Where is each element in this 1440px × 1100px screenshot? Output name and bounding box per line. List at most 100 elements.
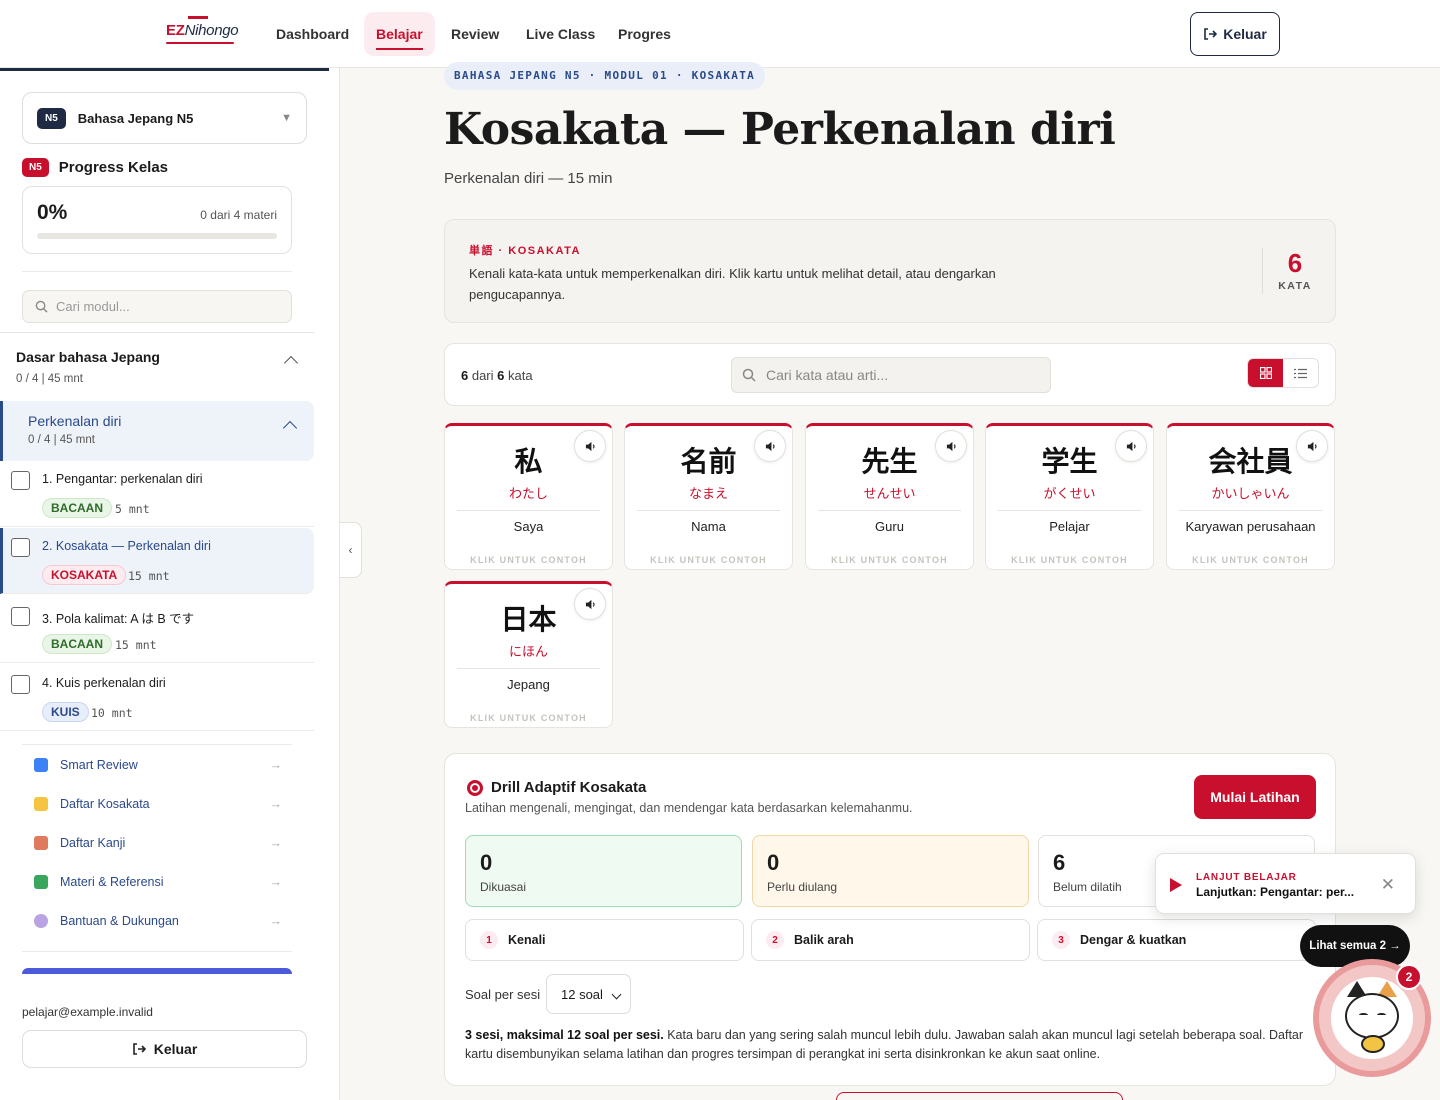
drill-title: Drill Adaptif Kosakata xyxy=(467,779,646,796)
chevron-down-icon xyxy=(611,989,622,1000)
close-icon[interactable]: ✕ xyxy=(1381,875,1395,895)
memo-icon xyxy=(34,835,48,850)
level-badge: N5 xyxy=(37,107,66,129)
grid-icon xyxy=(1259,367,1272,379)
logout-icon xyxy=(132,1043,146,1055)
word-count: 6 xyxy=(1287,248,1303,278)
stat-mastered: 0 Dikuasai xyxy=(465,835,742,907)
logout-button-top[interactable]: Keluar xyxy=(1190,12,1280,56)
word-card[interactable]: 名前 なまえ Nama KLIK UNTUK CONTOH xyxy=(624,423,793,570)
word-meaning: Saya xyxy=(513,519,544,534)
list-icon xyxy=(1294,368,1307,378)
nav-review[interactable]: Review xyxy=(439,12,511,56)
word-kana: かいしゃいん xyxy=(1211,486,1290,501)
speaker-icon xyxy=(585,441,595,451)
lesson-type-tag: KUIS xyxy=(42,702,89,722)
speech-bubble-icon xyxy=(34,913,48,928)
lucky-cat-icon xyxy=(1331,977,1413,1059)
nav-dashboard[interactable]: Dashboard xyxy=(264,12,361,56)
lesson-duration: 5 mnt xyxy=(115,502,150,516)
logout-icon xyxy=(1204,28,1218,40)
lesson-checkbox[interactable] xyxy=(11,538,30,557)
word-card[interactable]: 先生 せんせい Guru KLIK UNTUK CONTOH xyxy=(805,423,974,570)
notebook-icon xyxy=(34,796,48,811)
section-header[interactable]: Dasar bahasa Jepang 0 / 4 | 45 mnt xyxy=(0,332,314,400)
logout-button-sidebar[interactable]: Keluar xyxy=(22,1030,307,1068)
nav-live-class[interactable]: Live Class xyxy=(514,12,607,56)
play-audio-button[interactable] xyxy=(1296,430,1328,462)
collapse-sidebar-button[interactable]: ‹ xyxy=(340,522,362,578)
progress-percent: 0% xyxy=(37,201,68,224)
lesson-item-active[interactable]: 2. Kosakata — Perkenalan diri KOSAKATA 1… xyxy=(0,528,314,594)
sidebar-link-materi-referensi[interactable]: Materi & Referensi → xyxy=(22,862,292,901)
subsection-title: Perkenalan diri xyxy=(28,413,122,429)
class-progress-card: 0% 0 dari 4 materi xyxy=(22,186,292,254)
intro-description: Kenali kata-kata untuk memperkenalkan di… xyxy=(469,266,996,302)
progress-bar xyxy=(37,233,277,239)
module-search-input[interactable]: Cari modul... xyxy=(22,290,292,323)
word-meaning: Nama xyxy=(691,519,726,534)
lesson-duration: 10 mnt xyxy=(91,706,133,720)
word-meaning: Karyawan perusahaan xyxy=(1185,519,1316,534)
sidebar-link-daftar-kanji[interactable]: Daftar Kanji → xyxy=(22,823,292,862)
arrow-right-icon: → xyxy=(269,913,283,928)
nav-belajar[interactable]: Belajar xyxy=(364,12,435,56)
stat-needs-review: 0 Perlu diulang xyxy=(752,835,1029,907)
drill-step: 2 Balik arah xyxy=(751,919,1030,961)
lesson-item[interactable]: 3. Pola kalimat: A は B です BACAAN 15 mnt xyxy=(0,597,314,663)
torii-icon xyxy=(188,16,208,24)
word-card[interactable]: 私 わたし Saya KLIK UNTUK CONTOH xyxy=(444,423,613,570)
card-hint: KLIK UNTUK CONTOH xyxy=(470,555,587,565)
subsection-header[interactable]: Perkenalan diri 0 / 4 | 45 mnt xyxy=(0,401,314,461)
intro-label: 単語 · KOSAKATA xyxy=(469,245,581,257)
word-card[interactable]: 学生 がくせい Pelajar KLIK UNTUK CONTOH xyxy=(985,423,1154,570)
arrow-right-icon: → xyxy=(269,796,283,811)
sidebar-link-smart-review[interactable]: Smart Review → xyxy=(22,745,292,784)
subsection-meta: 0 / 4 | 45 mnt xyxy=(28,434,95,446)
sidebar-link-bantuan[interactable]: Bantuan & Dukungan → xyxy=(22,901,292,940)
drill-note: 3 sesi, maksimal 12 soal per sesi. Kata … xyxy=(465,1028,1304,1061)
lesson-checkbox[interactable] xyxy=(11,471,30,490)
lesson-checkbox[interactable] xyxy=(11,675,30,694)
next-section-button[interactable] xyxy=(836,1092,1123,1100)
per-session-label: Soal per sesi xyxy=(465,987,541,1002)
list-view-button[interactable] xyxy=(1283,359,1318,387)
per-session-select[interactable]: 12 soal xyxy=(546,974,631,1014)
app-logo[interactable]: EZNihongo xyxy=(166,16,239,44)
speaker-icon xyxy=(1126,441,1136,451)
word-card[interactable]: 日本 にほん Jepang KLIK UNTUK CONTOH xyxy=(444,581,613,728)
arrow-right-icon: → xyxy=(269,835,283,850)
arrow-right-icon: → xyxy=(269,757,283,772)
search-icon xyxy=(35,300,48,313)
lesson-checkbox[interactable] xyxy=(11,607,30,626)
nav-progres[interactable]: Progres xyxy=(606,12,683,56)
lesson-item[interactable]: 1. Pengantar: perkenalan diri BACAAN 5 m… xyxy=(0,461,314,527)
sidebar-link-daftar-kosakata[interactable]: Daftar Kosakata → xyxy=(22,784,292,823)
word-card[interactable]: 会社員 かいしゃいん Karyawan perusahaan KLIK UNTU… xyxy=(1166,423,1335,570)
speaker-icon xyxy=(765,441,775,451)
adaptive-drill-panel: Drill Adaptif Kosakata Latihan mengenali… xyxy=(444,753,1336,1086)
continue-learning-toast[interactable]: LANJUT BELAJAR Lanjutkan: Pengantar: per… xyxy=(1155,853,1416,914)
course-select[interactable]: N5 Bahasa Jepang N5 ▼ xyxy=(22,92,307,144)
play-audio-button[interactable] xyxy=(935,430,967,462)
play-audio-button[interactable] xyxy=(574,588,606,620)
result-count: 6 dari 6 kata xyxy=(461,368,533,383)
sidebar-banner-strip[interactable] xyxy=(22,968,292,974)
play-audio-button[interactable] xyxy=(754,430,786,462)
books-icon xyxy=(34,874,48,889)
play-audio-button[interactable] xyxy=(1115,430,1147,462)
grid-view-button[interactable] xyxy=(1248,359,1283,387)
word-kana: なまえ xyxy=(688,486,728,501)
page-title: Kosakata — Perkenalan diri xyxy=(444,104,1116,155)
dropdown-caret-icon: ▼ xyxy=(281,112,292,124)
progress-count: 0 dari 4 materi xyxy=(200,208,277,222)
lesson-duration: 15 mnt xyxy=(128,569,170,583)
lesson-item[interactable]: 4. Kuis perkenalan diri KUIS 10 mnt xyxy=(0,665,314,731)
chevron-up-icon xyxy=(282,420,298,436)
word-search-input[interactable]: Cari kata atau arti... xyxy=(731,357,1051,393)
play-audio-button[interactable] xyxy=(574,430,606,462)
toast-text: Lanjutkan: Pengantar: per... xyxy=(1196,885,1355,899)
card-hint: KLIK UNTUK CONTOH xyxy=(1192,555,1309,565)
start-practice-button[interactable]: Mulai Latihan xyxy=(1194,775,1316,819)
word-kana: せんせい xyxy=(863,486,916,501)
